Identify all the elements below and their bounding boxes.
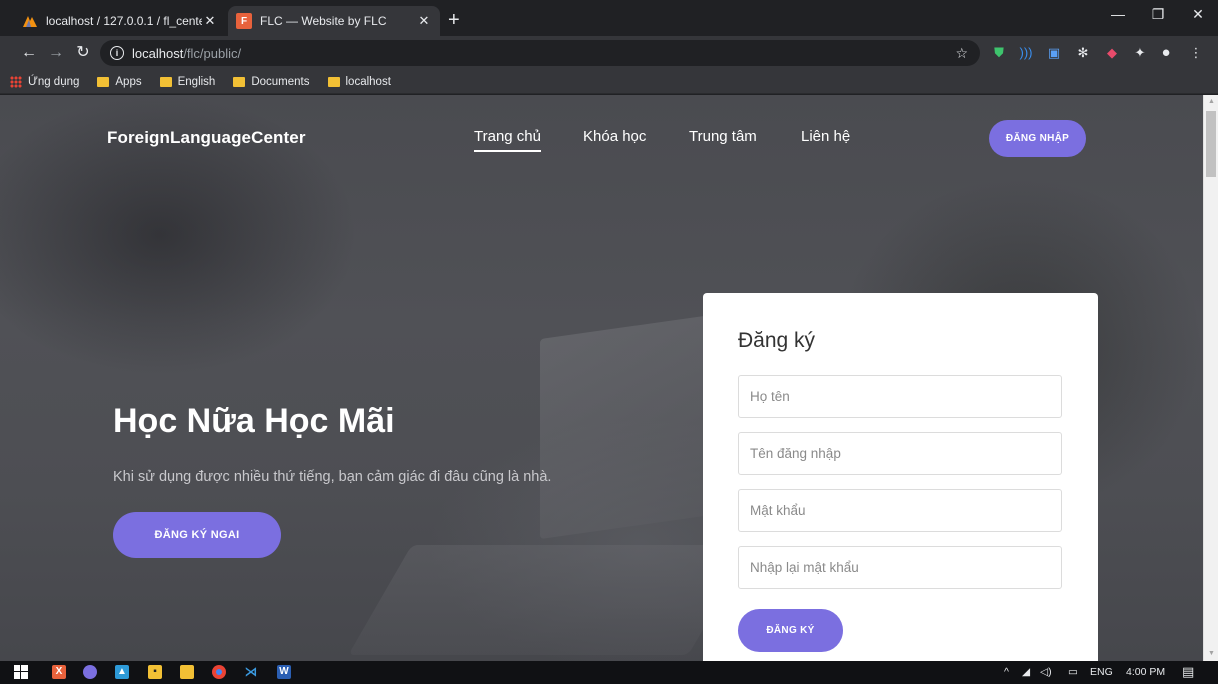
xampp-icon[interactable]: X [52,665,66,679]
bookmark-label: localhost [345,75,391,88]
nav-home[interactable]: Trang chủ [474,128,541,152]
register-title: Đăng ký [738,329,816,352]
settings-extension-icon[interactable]: ✻ [1075,45,1091,61]
store-icon[interactable]: ▲ [115,665,129,679]
login-button[interactable]: ĐĂNG NHẬP [989,120,1086,157]
windows-taskbar: X ▲ ▪ ⋊ W ^ ◢ ◁) ▭ ENG 4:00 PM ▤ [0,661,1218,684]
register-now-button[interactable]: ĐĂNG KÝ NGAI [113,512,281,558]
url-path: /flc/public/ [183,45,242,61]
url-host: localhost [132,45,184,61]
bookmark-english[interactable]: English [159,75,216,88]
folder-icon [159,76,172,87]
tab-flc[interactable]: F FLC — Website by FLC ✕ [228,6,440,36]
back-icon[interactable]: ← [20,44,38,62]
clock[interactable]: 4:00 PM [1126,665,1165,679]
background-laptop-keyboard [348,545,752,655]
page-viewport: ForeignLanguageCenter Trang chủ Khóa học… [0,95,1203,661]
new-tab-icon[interactable]: + [448,8,460,32]
nav-contact[interactable]: Liên hệ [801,128,850,145]
register-submit-button[interactable]: ĐĂNG KÝ [738,609,843,652]
puzzle-extension-icon[interactable]: ✦ [1132,45,1148,61]
folder-icon [327,76,340,87]
tray-chevron-icon[interactable]: ^ [1004,665,1009,679]
bookmark-apps-grid[interactable]: Ứng dụng [10,75,80,88]
flc-favicon-icon: F [236,13,252,29]
address-bar[interactable]: i localhost/flc/public/ ☆ [100,40,980,66]
volume-icon[interactable]: ◁) [1040,665,1052,679]
app-circle-icon[interactable] [83,665,97,679]
tab-title: FLC — Website by FLC [260,14,387,28]
tab-phpmyadmin[interactable]: localhost / 127.0.0.1 / fl_center / ✕ [14,6,226,36]
translate-extension-icon[interactable]: ▣ [1046,45,1062,61]
close-tab-icon[interactable]: ✕ [202,13,218,29]
bookmarks-bar: Ứng dụng Apps English Documents localhos… [0,70,1218,94]
nav-centers[interactable]: Trung tâm [689,128,757,145]
register-card: Đăng ký ĐĂNG KÝ [703,293,1098,661]
phpmyadmin-icon [22,13,38,29]
language-indicator[interactable]: ENG [1090,665,1113,679]
confirm-password-input[interactable] [738,546,1062,589]
forward-icon[interactable]: → [47,44,65,62]
bookmark-label: English [177,75,216,88]
chrome-icon[interactable] [212,665,226,679]
password-input[interactable] [738,489,1062,532]
browser-toolbar: ← → ↻ i localhost/flc/public/ ☆ ⛊ ))) ▣ … [0,36,1218,70]
battery-icon[interactable]: ▭ [1068,665,1078,679]
page-scrollbar[interactable]: ▲ ▼ [1203,95,1218,661]
scroll-up-icon[interactable]: ▲ [1204,95,1218,109]
nav-courses[interactable]: Khóa học [583,128,646,145]
bookmark-label: Ứng dụng [28,75,80,88]
minimize-icon[interactable]: — [1098,6,1138,22]
tab-title: localhost / 127.0.0.1 / fl_center / [46,14,202,28]
close-window-icon[interactable]: ✕ [1178,6,1218,23]
bookmark-star-icon[interactable]: ☆ [955,45,968,62]
sticky-notes-icon[interactable]: ▪ [148,665,162,679]
scroll-thumb[interactable] [1206,111,1216,177]
bookmark-label: Apps [115,75,142,88]
username-input[interactable] [738,432,1062,475]
color-extension-icon[interactable]: ◆ [1104,45,1120,61]
tab-strip: localhost / 127.0.0.1 / fl_center / ✕ F … [0,0,1218,36]
vscode-icon[interactable]: ⋊ [244,665,258,679]
profile-icon[interactable]: ● [1158,45,1174,61]
hero-title: Học Nữa Học Mãi [113,402,395,440]
reload-icon[interactable]: ↻ [74,44,92,62]
bookmark-localhost[interactable]: localhost [327,75,391,88]
restore-icon[interactable]: ❐ [1138,6,1178,23]
network-icon[interactable]: ◢ [1022,665,1030,679]
fullname-input[interactable] [738,375,1062,418]
folder-icon [97,76,110,87]
browser-window: localhost / 127.0.0.1 / fl_center / ✕ F … [0,0,1218,684]
file-explorer-icon[interactable] [180,665,194,679]
hero-subtitle: Khi sử dụng được nhiều thứ tiếng, bạn cả… [113,469,552,485]
folder-icon [233,76,246,87]
notifications-icon[interactable]: ▤ [1182,665,1194,679]
bookmark-label: Documents [251,75,310,88]
word-icon[interactable]: W [277,665,291,679]
wave-extension-icon[interactable]: ))) [1018,45,1034,61]
bookmark-apps[interactable]: Apps [97,75,142,88]
start-icon[interactable] [14,665,28,679]
scroll-down-icon[interactable]: ▼ [1204,647,1218,661]
shield-extension-icon[interactable]: ⛊ [991,45,1007,61]
bookmark-documents[interactable]: Documents [233,75,310,88]
info-icon[interactable]: i [110,46,124,60]
menu-icon[interactable]: ⋮ [1188,45,1204,61]
close-tab-icon[interactable]: ✕ [416,13,432,29]
site-logo[interactable]: ForeignLanguageCenter [107,128,306,148]
apps-grid-icon [10,75,22,88]
